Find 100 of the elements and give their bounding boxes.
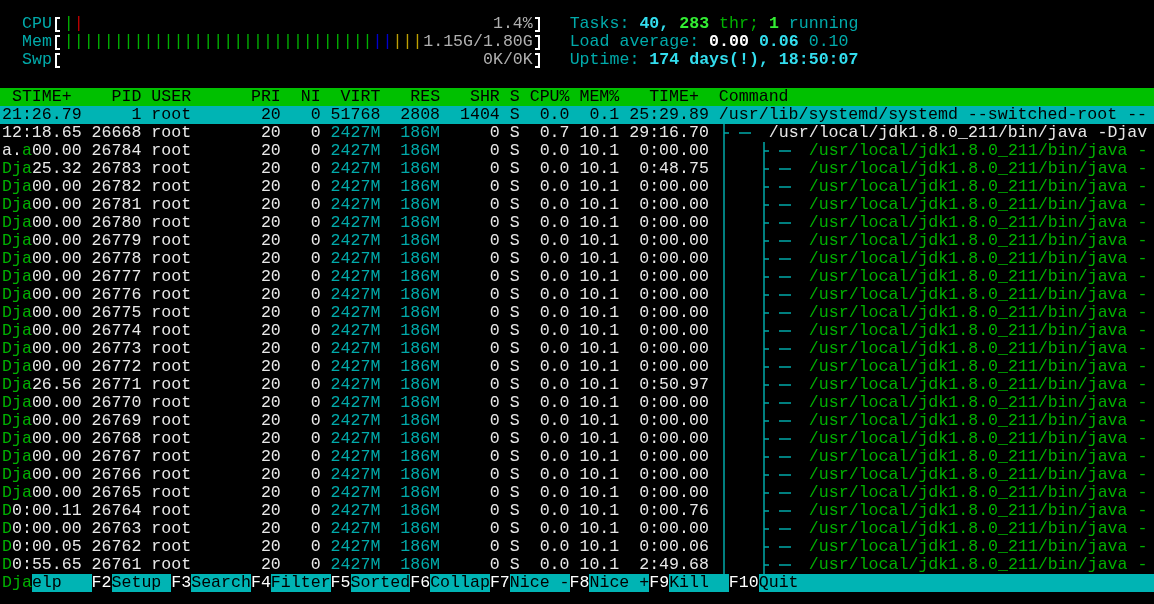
process-row[interactable]: Dja00.00 26776 root 20 0 2427M 186M 0 S 0.0 10.1 0:00.00 /usr/local/jdk1.8.0_211/bin/java - [0,286,1154,304]
function-key-button[interactable]: Sorted [350,574,411,592]
table-cell-text: 2427M [329,232,381,250]
function-key-button[interactable]: Kill [669,574,729,592]
process-row[interactable]: Dja00.00 26781 root 20 0 2427M 186M 0 S 0.0 10.1 0:00.00 /usr/local/jdk1.8.0_211/bin/java - [0,196,1154,214]
process-row[interactable]: Dja00.00 26772 root 20 0 2427M 186M 0 S 0.0 10.1 0:00.00 /usr/local/jdk1.8.0_211/bin/java - [0,358,1154,376]
function-key-button[interactable]: Nice + [589,574,650,592]
table-cell-text: S [508,484,520,502]
column-header[interactable]: S [499,88,520,106]
column-header[interactable]: PRI [240,88,281,106]
function-key-button[interactable]: Setup [111,574,172,592]
process-row[interactable]: Dja00.00 26779 root 20 0 2427M 186M 0 S 0.0 10.1 0:00.00 /usr/local/jdk1.8.0_211/bin/java - [0,232,1154,250]
process-row[interactable]: Dja00.00 26768 root 20 0 2427M 186M 0 S 0.0 10.1 0:00.00 /usr/local/jdk1.8.0_211/bin/java - [0,430,1154,448]
table-cell-text: root [150,538,193,556]
table-cell-text: 20 [259,448,281,466]
process-row[interactable]: Dja00.00 26769 root 20 0 2427M 186M 0 S 0.0 10.1 0:00.00 /usr/local/jdk1.8.0_211/bin/java - [0,412,1154,430]
function-key: F9 [649,574,670,592]
table-cell-text: 0:00.00 [638,412,709,430]
table-cell-text: root [150,232,193,250]
process-row[interactable]: Dja00.00 26766 root 20 0 2427M 186M 0 S 0.0 10.1 0:00.00 /usr/local/jdk1.8.0_211/bin/java - [0,466,1154,484]
process-row[interactable]: a.a00.00 26784 root 20 0 2427M 186M 0 S 0.0 10.1 0:00.00 /usr/local/jdk1.8.0_211/bin/java - [0,142,1154,160]
column-header[interactable]: SHR [440,88,500,106]
function-key-button[interactable]: Search [191,574,251,592]
table-cell-text: root [150,556,192,574]
function-key-button[interactable]: Filter [270,574,331,592]
table-cell-text: 0.1 [588,106,620,124]
column-header[interactable]: CPU% [519,88,570,106]
process-row[interactable]: D0:00.11 26764 root 20 0 2427M 186M 0 S 0.0 10.1 0:00.76 /usr/local/jdk1.8.0_211/bin/java - [0,502,1154,520]
table-cell-text: 0:00.00 [638,448,709,466]
column-header[interactable]: PID [81,88,142,106]
process-row[interactable]: Dja00.00 26765 root 20 0 2427M 186M 0 S 0.0 10.1 0:00.00 /usr/local/jdk1.8.0_211/bin/java - [0,484,1154,502]
command-text: /usr/local/jdk1.8.0_211/bin/java - [808,268,1148,286]
table-cell-text: 2427M [329,502,381,520]
table-cell-text: 10.1 [578,142,620,160]
table-cell-text: 0:00.00 [638,484,709,502]
table-cell-text: 26764 [90,502,142,520]
table-cell-text: root [150,394,193,412]
table-cell-text: S [508,340,520,358]
column-header[interactable]: RES [380,88,441,106]
process-row[interactable]: D0:00.00 26763 root 20 0 2427M 186M 0 S 0.0 10.1 0:00.00 /usr/local/jdk1.8.0_211/bin/java - [0,520,1154,538]
process-row[interactable]: Dja00.00 26773 root 20 0 2427M 186M 0 S 0.0 10.1 0:00.00 /usr/local/jdk1.8.0_211/bin/java - [0,340,1154,358]
function-key-button[interactable]: Quit [758,574,1154,592]
process-row[interactable]: Dja00.00 26778 root 20 0 2427M 186M 0 S 0.0 10.1 0:00.00 /usr/local/jdk1.8.0_211/bin/java - [0,250,1154,268]
process-row[interactable]: Dja00.00 26775 root 20 0 2427M 186M 0 S 0.0 10.1 0:00.00 /usr/local/jdk1.8.0_211/bin/java - [0,304,1154,322]
process-row[interactable]: Dja26.56 26771 root 20 0 2427M 186M 0 S 0.0 10.1 0:50.97 /usr/local/jdk1.8.0_211/bin/java - [0,376,1154,394]
process-row[interactable]: 21:26.79 1 root 20 0 51768 2808 1404 S 0.0 0.1 25:29.89 /usr/lib/systemd/systemd --switched-root -- [0,106,1154,124]
column-header[interactable]: Command [708,88,1154,106]
table-cell-text: 0.0 [538,466,570,484]
table-cell-text: root [150,196,193,214]
function-key-button[interactable]: Nice - [509,574,570,592]
process-row[interactable]: D0:00.05 26762 root 20 0 2427M 186M 0 S 0.0 10.1 0:00.06 /usr/local/jdk1.8.0_211/bin/java - [0,538,1154,556]
table-cell: Dja00.00 [2,214,82,232]
table-cell-text: 2427M [329,412,381,430]
table-cell-text: 10.1 [578,502,620,520]
process-row[interactable]: Dja00.00 26774 root 20 0 2427M 186M 0 S 0.0 10.1 0:00.00 /usr/local/jdk1.8.0_211/bin/java - [0,322,1154,340]
command-text: /usr/local/jdk1.8.0_211/bin/java - [808,322,1148,340]
table-cell-text: 20 [259,286,281,304]
table-cell-text: 186M [399,358,441,376]
table-cell-text: 0 [309,520,321,538]
column-header[interactable]: USER [141,88,241,106]
table-cell-text: 26772 [90,358,142,376]
column-header[interactable]: MEM% [569,88,620,106]
column-header[interactable]: VIRT [320,88,381,106]
column-header[interactable]: STIME+ [2,88,82,106]
table-cell-text: 0:48.75 [638,160,709,178]
process-row[interactable]: Dja00.00 26782 root 20 0 2427M 186M 0 S 0.0 10.1 0:00.00 /usr/local/jdk1.8.0_211/bin/java - [0,178,1154,196]
table-cell-text: 20 [259,304,281,322]
process-row[interactable]: Dja00.00 26767 root 20 0 2427M 186M 0 S 0.0 10.1 0:00.00 /usr/local/jdk1.8.0_211/bin/java - [0,448,1154,466]
table-cell-text: 0 [488,394,500,412]
process-row[interactable]: Dja00.00 26777 root 20 0 2427M 186M 0 S 0.0 10.1 0:00.00 /usr/local/jdk1.8.0_211/bin/java - [0,268,1154,286]
table-cell-text: 10.1 [578,556,620,574]
tree-lines-icon [722,268,791,286]
table-cell: Dja00.00 [2,394,82,412]
column-header[interactable]: NI [280,88,321,106]
table-cell-text: 0.0 [538,106,570,124]
table-cell-text: 26781 [90,196,142,214]
meter-reading: 1.4% [492,15,533,33]
process-row[interactable]: Dja00.00 26770 root 20 0 2427M 186M 0 S 0.0 10.1 0:00.00 /usr/local/jdk1.8.0_211/bin/java - [0,394,1154,412]
meter-label: Mem [22,33,52,51]
table-cell-text: 0 [488,196,500,214]
table-cell-text: 2427M [329,556,381,574]
table-cell-text: 0.0 [538,268,570,286]
process-row[interactable]: Dja25.32 26783 root 20 0 2427M 186M 0 S 0.0 10.1 0:48.75 /usr/local/jdk1.8.0_211/bin/java - [0,160,1154,178]
table-cell-text: 186M [399,502,441,520]
command-text: /usr/local/jdk1.8.0_211/bin/java -Djav [768,124,1148,142]
table-cell-text: 2808 [399,106,441,124]
function-key: F3 [171,574,192,592]
table-cell-text: root [150,358,193,376]
table-cell-text: 0.0 [538,286,570,304]
process-row[interactable]: D0:55.65 26761 root 20 0 2427M 186M 0 S 0.0 10.1 2:49.68 /usr/local/jdk1.8.0_211/bin/java - [0,556,1154,574]
function-key-button[interactable]: Collap [430,574,490,592]
process-row[interactable]: Dja00.00 26780 root 20 0 2427M 186M 0 S 0.0 10.1 0:00.00 /usr/local/jdk1.8.0_211/bin/java - [0,214,1154,232]
table-cell-text: S [508,286,520,304]
table-cell: Dja25.32 [2,160,82,178]
process-row[interactable]: 12:18.65 26668 root 20 0 2427M 186M 0 S 0.7 10.1 29:16.70 /usr/local/jdk1.8.0_211/bin/java -Djav [0,124,1154,142]
column-header[interactable]: TIME+ [619,88,709,106]
table-cell-text: 0 [309,448,321,466]
table-cell-text: 26775 [90,304,142,322]
table-cell: D0:00.00 [2,520,82,538]
table-cell-text: 10.1 [578,448,620,466]
